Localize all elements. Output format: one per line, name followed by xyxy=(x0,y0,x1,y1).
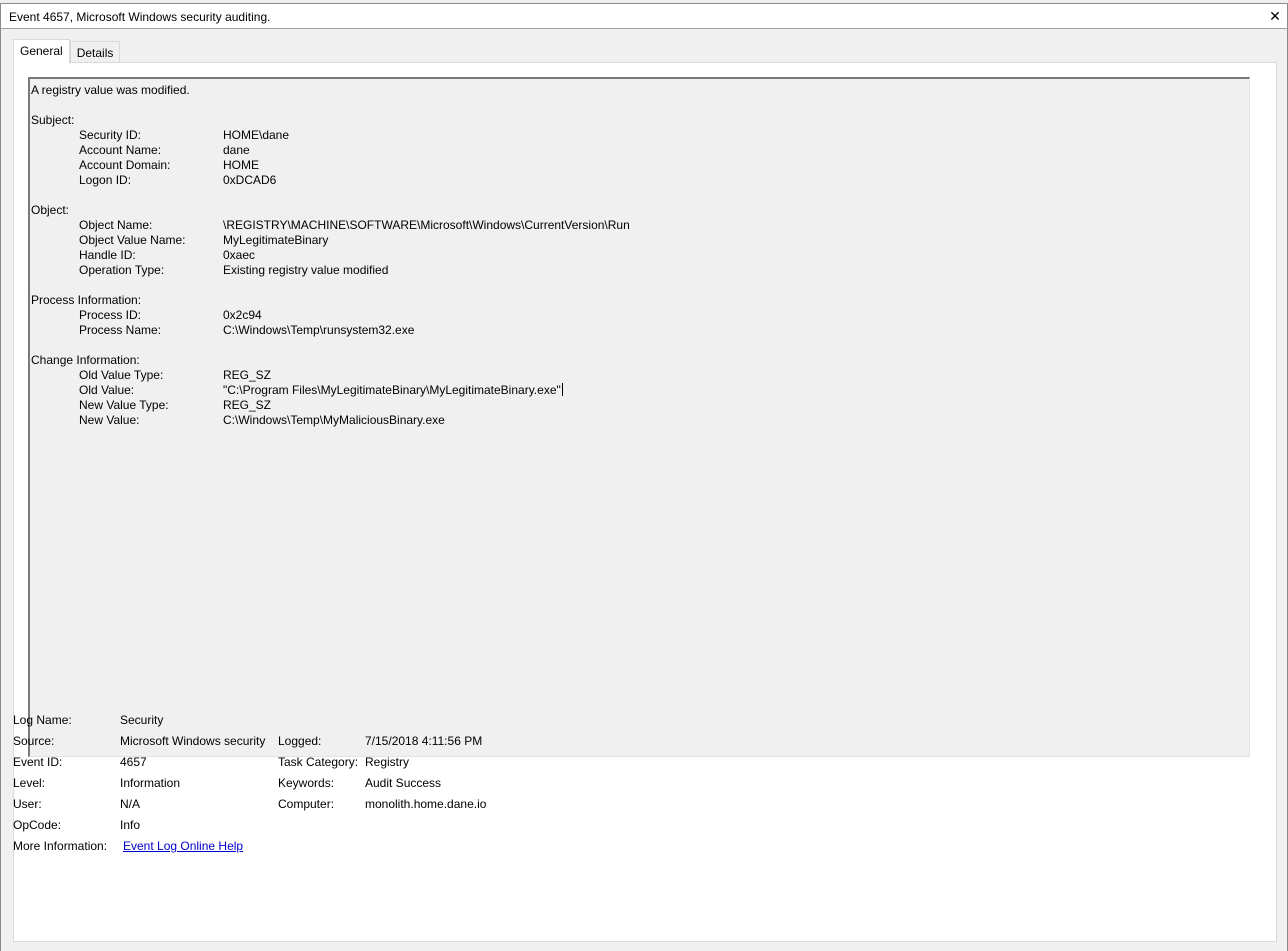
event-id-label: Event ID: xyxy=(13,755,63,769)
field-value: 0xaec xyxy=(223,248,256,262)
general-tab-panel: A registry value was modified. Subject: … xyxy=(13,62,1277,942)
opcode-value: Info xyxy=(120,818,141,832)
computer-label: Computer: xyxy=(278,797,335,811)
tab-details[interactable]: Details xyxy=(69,41,121,64)
task-category-label: Task Category: xyxy=(278,755,359,769)
log-name-value: Security xyxy=(120,713,164,727)
event-description-text: A registry value was modified. Subject: … xyxy=(31,83,630,428)
section-heading-object: Object: xyxy=(31,203,70,217)
field-key: Logon ID: xyxy=(79,173,132,187)
field-key: Account Domain: xyxy=(79,158,171,172)
field-key: New Value Type: xyxy=(79,398,169,412)
field-value: 0x2c94 xyxy=(223,308,262,322)
old-value-text: "C:\Program Files\MyLegitimateBinary\MyL… xyxy=(223,383,561,397)
field-value: Existing registry value modified xyxy=(223,263,389,277)
field-value: MyLegitimateBinary xyxy=(223,233,329,247)
keywords-value: Audit Success xyxy=(365,776,442,790)
user-value: N/A xyxy=(120,797,141,811)
more-information-label: More Information: xyxy=(13,839,108,853)
field-key: Security ID: xyxy=(79,128,142,142)
field-key: Object Value Name: xyxy=(79,233,186,247)
field-key: Handle ID: xyxy=(79,248,136,262)
field-value: C:\Windows\Temp\MyMaliciousBinary.exe xyxy=(223,413,445,427)
field-value: 0xDCAD6 xyxy=(223,173,277,187)
field-value: C:\Windows\Temp\runsystem32.exe xyxy=(223,323,415,337)
window-title: Event 4657, Microsoft Windows security a… xyxy=(9,10,271,24)
opcode-label: OpCode: xyxy=(13,818,62,832)
field-value: REG_SZ xyxy=(223,368,272,382)
computer-value: monolith.home.dane.io xyxy=(365,797,487,811)
field-key: Old Value: xyxy=(79,383,135,397)
field-value: \REGISTRY\MACHINE\SOFTWARE\Microsoft\Win… xyxy=(223,218,630,232)
title-bar: Event 4657, Microsoft Windows security a… xyxy=(1,4,1287,29)
field-value: dane xyxy=(223,143,250,157)
field-key: Old Value Type: xyxy=(79,368,164,382)
level-value: Information xyxy=(120,776,181,790)
field-key: Operation Type: xyxy=(79,263,165,277)
logged-label: Logged: xyxy=(278,734,322,748)
tab-general[interactable]: General xyxy=(13,39,70,64)
log-name-label: Log Name: xyxy=(13,713,72,727)
logged-value: 7/15/2018 4:11:56 PM xyxy=(365,734,483,748)
close-icon[interactable]: ✕ xyxy=(1267,7,1283,25)
field-key: Account Name: xyxy=(79,143,162,157)
event-log-online-help-link[interactable]: Event Log Online Help xyxy=(123,839,243,853)
field-key: Object Name: xyxy=(79,218,153,232)
event-properties-window: Event 4657, Microsoft Windows security a… xyxy=(0,3,1288,951)
section-heading-change: Change Information: xyxy=(31,353,140,367)
event-description-box[interactable]: A registry value was modified. Subject: … xyxy=(28,77,1250,757)
keywords-label: Keywords: xyxy=(278,776,335,790)
section-heading-subject: Subject: xyxy=(31,113,75,127)
event-id-value: 4657 xyxy=(120,755,147,769)
user-label: User: xyxy=(13,797,42,811)
task-category-value: Registry xyxy=(365,755,410,769)
field-value: REG_SZ xyxy=(223,398,272,412)
tab-strip: General Details xyxy=(13,39,121,64)
field-key: Process ID: xyxy=(79,308,142,322)
text-caret xyxy=(561,383,563,396)
field-value: "C:\Program Files\MyLegitimateBinary\MyL… xyxy=(223,383,563,398)
field-key: New Value: xyxy=(79,413,140,427)
field-value: HOME\dane xyxy=(223,128,290,142)
source-label: Source: xyxy=(13,734,55,748)
field-value: HOME xyxy=(223,158,259,172)
level-label: Level: xyxy=(13,776,46,790)
field-key: Process Name: xyxy=(79,323,162,337)
description-headline: A registry value was modified. xyxy=(31,83,190,97)
source-value: Microsoft Windows security xyxy=(120,734,266,748)
section-heading-process: Process Information: xyxy=(31,293,142,307)
